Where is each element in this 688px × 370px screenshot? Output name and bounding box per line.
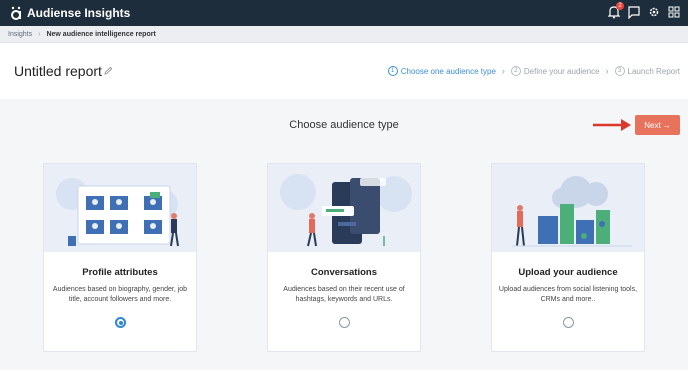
notification-badge: 2 [616, 2, 624, 10]
card-upload-audience[interactable]: Upload your audience Upload audiences fr… [491, 163, 645, 352]
step-launch-report[interactable]: 3 Launch Report [614, 66, 680, 76]
upload-audience-radio[interactable] [563, 317, 574, 328]
apps-grid-icon[interactable] [668, 5, 680, 19]
top-icons: 2 [607, 2, 680, 20]
app-title[interactable]: Audiense Insights [27, 6, 130, 20]
step-number: 3 [614, 66, 625, 76]
conversations-illustration [268, 164, 420, 252]
chevron-right-icon: › [605, 66, 609, 76]
card-description: Audiences based on biography, gender, jo… [52, 286, 188, 303]
card-conversations[interactable]: Conversations Audiences based on their r… [267, 163, 421, 352]
section-title: Choose audience type [289, 119, 399, 131]
step-choose-audience-type[interactable]: 1 Choose one audience type [387, 66, 496, 76]
card-description: Audiences based on their recent use of h… [283, 286, 405, 303]
edit-pencil-icon[interactable] [104, 66, 113, 75]
chevron-right-icon: › [501, 66, 505, 76]
wizard-steps: 1 Choose one audience type › 2 Define yo… [387, 66, 680, 76]
next-button[interactable]: Next → [635, 115, 680, 135]
profile-attributes-radio[interactable] [115, 317, 126, 328]
card-title: Upload your audience [518, 267, 618, 278]
audiense-logo-icon[interactable] [9, 5, 23, 21]
page-title: Untitled report [14, 63, 102, 79]
card-title: Conversations [311, 267, 377, 278]
arrow-right-icon: → [662, 120, 671, 130]
pointer-arrow-icon [593, 119, 631, 131]
breadcrumb: Insights › New audience intelligence rep… [0, 26, 688, 43]
messages-icon[interactable] [628, 5, 640, 20]
step-label: Define your audience [523, 66, 600, 76]
card-title: Profile attributes [82, 267, 158, 278]
upload-audience-illustration [492, 164, 644, 252]
step-number: 2 [510, 66, 521, 76]
step-number: 1 [387, 66, 398, 76]
report-header: Untitled report 1 Choose one audience ty… [0, 43, 688, 99]
card-profile-attributes[interactable]: Profile attributes Audiences based on bi… [43, 163, 197, 352]
card-description: Upload audiences from social listening t… [498, 286, 638, 303]
notifications-bell-icon[interactable]: 2 [607, 2, 624, 19]
top-bar: Audiense Insights 2 [0, 0, 688, 26]
breadcrumb-current: New audience intelligence report [46, 30, 156, 38]
breadcrumb-separator-icon: › [38, 30, 41, 38]
profile-attributes-illustration [44, 164, 196, 252]
step-define-audience[interactable]: 2 Define your audience [510, 66, 600, 76]
next-button-label: Next [644, 120, 661, 130]
breadcrumb-insights-link[interactable]: Insights [8, 31, 32, 38]
settings-gear-icon[interactable] [648, 5, 660, 19]
conversations-radio[interactable] [339, 317, 350, 328]
step-label: Launch Report [627, 66, 680, 76]
step-label: Choose one audience type [400, 66, 496, 76]
